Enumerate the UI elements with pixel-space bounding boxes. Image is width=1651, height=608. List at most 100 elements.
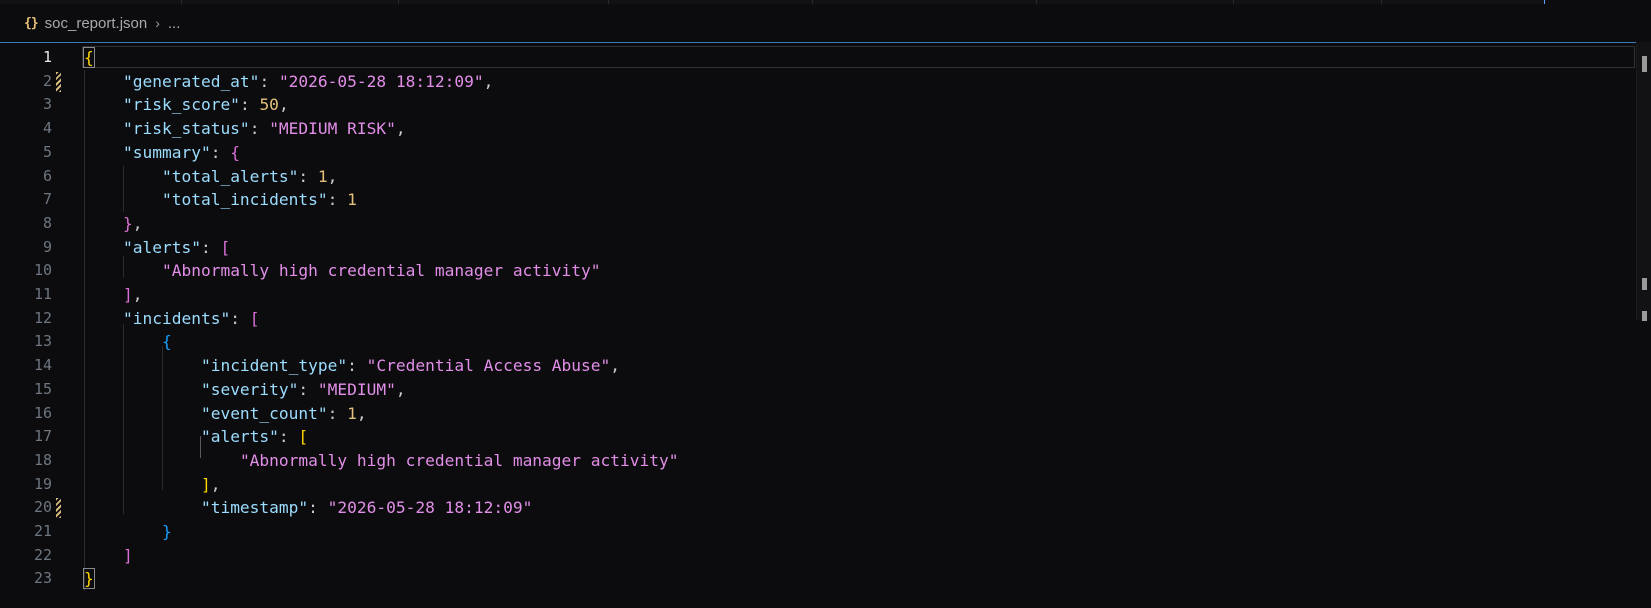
json-key: "risk_status": [122, 119, 250, 139]
punctuation: [84, 261, 162, 280]
code-editor[interactable]: 1{2 "generated_at": "2026-05-28 18:12:09…: [0, 42, 1651, 608]
code-text: "Abnormally high credential manager acti…: [84, 259, 601, 283]
punctuation: :: [298, 379, 318, 399]
punctuation: :: [230, 308, 250, 328]
json-key: "alerts": [122, 237, 201, 257]
punctuation: :: [327, 403, 348, 423]
bracket: {: [230, 142, 240, 162]
line-number: 1: [42, 48, 52, 66]
json-number: 1: [347, 190, 357, 210]
code-line[interactable]: 3 "risk_score": 50,: [0, 93, 1630, 117]
code-text: },: [84, 212, 143, 236]
code-line[interactable]: 1{: [0, 46, 1630, 70]
editor-scrollbar[interactable]: [1636, 42, 1651, 321]
code-text: "severity": "MEDIUM",: [84, 378, 406, 402]
line-number: 8: [42, 213, 52, 232]
json-key: "risk_score": [122, 95, 240, 115]
json-key: "total_alerts": [161, 166, 299, 186]
line-number: 4: [42, 119, 52, 138]
code-text: "alerts": [: [84, 236, 230, 260]
code-line[interactable]: 8 },: [0, 212, 1630, 236]
breadcrumb-symbol[interactable]: ...: [168, 15, 181, 32]
punctuation: [84, 522, 162, 541]
punctuation: [84, 238, 123, 257]
punctuation: [84, 451, 240, 470]
code-line[interactable]: 6 "total_alerts": 1,: [0, 165, 1630, 189]
punctuation: :: [259, 71, 279, 91]
breadcrumb: {} soc_report.json › ...: [0, 4, 1651, 42]
code-line[interactable]: 20 "timestamp": "2026-05-28 18:12:09": [0, 496, 1630, 520]
punctuation: [84, 190, 162, 209]
punctuation: ,: [610, 356, 621, 376]
punctuation: [84, 72, 123, 91]
punctuation: ,: [278, 95, 289, 115]
line-number: 19: [33, 474, 52, 493]
code-line[interactable]: 10 "Abnormally high credential manager a…: [0, 259, 1630, 283]
json-key: "timestamp": [200, 498, 309, 518]
line-number: 21: [33, 522, 52, 540]
line-number: 23: [33, 569, 52, 588]
code-line[interactable]: 13 {: [0, 330, 1630, 354]
modified-line-marker[interactable]: [56, 71, 61, 92]
json-string: "2026-05-28 18:12:09": [278, 71, 484, 91]
code-line[interactable]: 7 "total_incidents": 1: [0, 188, 1630, 212]
code-line[interactable]: 2 "generated_at": "2026-05-28 18:12:09",: [0, 70, 1630, 94]
code-line[interactable]: 18 "Abnormally high credential manager a…: [0, 449, 1630, 473]
json-key: "severity": [200, 379, 299, 399]
code-line[interactable]: 21 }: [0, 520, 1630, 544]
line-number: 14: [33, 356, 52, 375]
line-number: 22: [33, 545, 52, 564]
json-key: "event_count": [200, 403, 328, 423]
code-line[interactable]: 14 "incident_type": "Credential Access A…: [0, 354, 1630, 378]
line-number: 20: [33, 498, 52, 517]
code-line[interactable]: 22 ]: [0, 544, 1630, 568]
punctuation: [84, 214, 123, 233]
code-line[interactable]: 23}: [0, 567, 1630, 591]
bracket: }: [83, 568, 95, 590]
modified-line-marker[interactable]: [56, 498, 61, 519]
punctuation: [84, 143, 123, 162]
punctuation: [84, 380, 201, 399]
punctuation: ,: [395, 379, 406, 399]
punctuation: ,: [395, 119, 406, 139]
punctuation: :: [239, 95, 260, 115]
chevron-right-icon: ›: [155, 15, 160, 31]
code-line[interactable]: 4 "risk_status": "MEDIUM RISK",: [0, 117, 1630, 141]
code-text: }: [83, 567, 95, 591]
code-text: {: [83, 46, 95, 70]
code-line[interactable]: 16 "event_count": 1,: [0, 402, 1630, 426]
punctuation: ,: [210, 474, 221, 494]
punctuation: [84, 404, 201, 423]
code-line[interactable]: 19 ],: [0, 473, 1630, 497]
code-text: "generated_at": "2026-05-28 18:12:09",: [84, 70, 493, 94]
code-line[interactable]: 12 "incidents": [: [0, 307, 1630, 331]
json-key: "alerts": [200, 427, 279, 447]
punctuation: ,: [132, 285, 143, 304]
code-text: ],: [84, 283, 143, 307]
punctuation: :: [327, 190, 348, 210]
line-number: 10: [33, 261, 52, 280]
punctuation: :: [249, 119, 270, 139]
punctuation: [84, 427, 201, 446]
json-key: "incident_type": [200, 356, 348, 376]
line-number: 13: [33, 332, 52, 351]
code-text: "total_incidents": 1: [84, 188, 357, 212]
code-line[interactable]: 11 ],: [0, 283, 1630, 307]
punctuation: [84, 119, 123, 138]
bracket: [: [298, 427, 309, 447]
code-line[interactable]: 9 "alerts": [: [0, 236, 1630, 260]
json-number: 1: [317, 166, 328, 186]
breadcrumb-file[interactable]: soc_report.json: [45, 15, 148, 32]
code-line[interactable]: 17 "alerts": [: [0, 425, 1630, 449]
line-number: 18: [33, 450, 52, 469]
punctuation: ,: [327, 166, 338, 186]
code-text: }: [84, 520, 172, 544]
punctuation: ,: [356, 403, 367, 423]
punctuation: ,: [132, 213, 143, 233]
json-string: "Abnormally high credential manager acti…: [239, 450, 679, 470]
json-key: "incidents": [122, 308, 231, 328]
punctuation: ,: [483, 71, 494, 91]
code-line[interactable]: 15 "severity": "MEDIUM",: [0, 378, 1630, 402]
code-line[interactable]: 5 "summary": {: [0, 141, 1630, 165]
json-string: "MEDIUM": [317, 379, 396, 399]
